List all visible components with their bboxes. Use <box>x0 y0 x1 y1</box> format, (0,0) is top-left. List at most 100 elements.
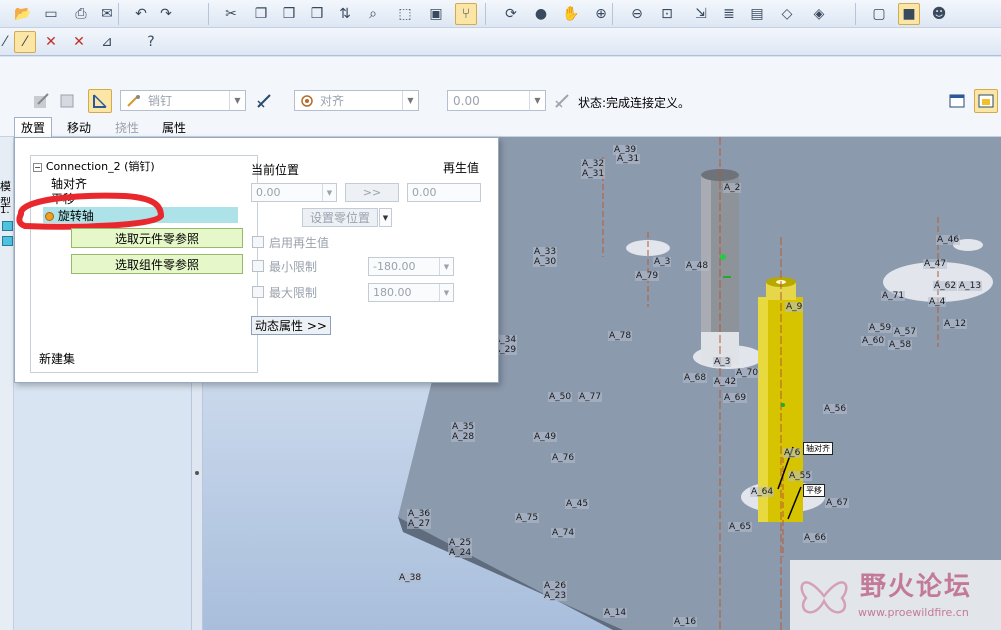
datum-axis-label[interactable]: A_13 <box>958 281 983 291</box>
zoom-in-icon[interactable]: ⊕ <box>590 3 612 25</box>
chevron-down-icon[interactable]: ▼ <box>439 284 453 301</box>
datum-axis-label[interactable]: A_33 <box>533 247 558 257</box>
view-manager-icon[interactable]: ▤ <box>746 3 768 25</box>
datum-axis-label[interactable]: A_26 <box>543 581 568 591</box>
datum-axis-label[interactable]: A_75 <box>515 513 540 523</box>
select-assembly-zero-ref-button[interactable]: 选取组件零参照 <box>71 254 243 274</box>
user-icon[interactable]: ☻ <box>928 3 950 25</box>
layer-icon[interactable]: ≣ <box>718 3 740 25</box>
datum-axis-label[interactable]: A_64 <box>750 487 775 497</box>
datum-axis-label[interactable]: A_74 <box>551 528 576 538</box>
datum-axis-label[interactable]: A_69 <box>723 393 748 403</box>
chevron-down-icon[interactable]: ▼ <box>529 91 545 110</box>
dynamic-properties-button[interactable]: 动态属性 >> <box>251 316 331 335</box>
paste-icon[interactable]: ❒ <box>278 3 300 25</box>
datum-axis-label[interactable]: A_58 <box>888 340 913 350</box>
min-limit-checkbox[interactable] <box>252 260 264 272</box>
tab-flexibility[interactable]: 挠性 <box>108 117 146 137</box>
save-icon[interactable]: ▭ <box>40 3 62 25</box>
datum-axis-label[interactable]: A_42 <box>713 377 738 387</box>
chevron-down-icon[interactable]: ▼ <box>402 91 418 110</box>
copy-icon[interactable]: ❐ <box>250 3 272 25</box>
datum-axis-label[interactable]: A_66 <box>803 533 828 543</box>
refit-icon[interactable]: ⊡ <box>656 3 678 25</box>
undo-icon[interactable]: ↶ <box>130 3 152 25</box>
offset-value-field[interactable]: 0.00 ▼ <box>447 90 546 111</box>
datum-axis-label[interactable]: A_23 <box>543 591 568 601</box>
new-set-link[interactable]: 新建集 <box>39 350 75 367</box>
annotation-icon[interactable]: ⊿ <box>96 31 118 53</box>
user-defined-set-icon[interactable] <box>30 90 52 112</box>
datum-axis-label[interactable]: A_24 <box>448 548 473 558</box>
datum-axis-label[interactable]: A_60 <box>861 336 886 346</box>
hidden-line-icon[interactable]: ◈ <box>808 3 830 25</box>
datum-axis-label[interactable]: A_32 <box>581 159 606 169</box>
datum-axis-label[interactable]: A_45 <box>565 499 590 509</box>
shaded-icon[interactable]: ■ <box>898 3 920 25</box>
find-icon[interactable]: ⌕ <box>362 3 384 25</box>
datum-axis-label[interactable]: A_71 <box>881 291 906 301</box>
assembly-window-icon[interactable] <box>974 89 998 113</box>
regen-value-field[interactable]: 0.00 <box>407 183 481 202</box>
datum-axis-label[interactable]: A_9 <box>785 302 804 312</box>
datum-axis-label[interactable]: A_14 <box>603 608 628 618</box>
cut-icon[interactable]: ✂ <box>220 3 242 25</box>
tab-placement[interactable]: 放置 <box>14 117 52 137</box>
datum-axis-label[interactable]: A_31 <box>581 169 606 179</box>
appearance-icon[interactable]: ● <box>530 3 552 25</box>
datum-axis-label[interactable]: A_16 <box>673 617 698 627</box>
whats-this-icon[interactable]: ? <box>140 31 162 53</box>
select-component-zero-ref-button[interactable]: 选取元件零参照 <box>71 228 243 248</box>
datum-axes-icon[interactable]: ⁄ <box>14 31 36 53</box>
tab-move[interactable]: 移动 <box>60 117 98 137</box>
paste-special-icon[interactable]: ❒ <box>306 3 328 25</box>
datum-axis-label[interactable]: A_70 <box>735 368 760 378</box>
datum-axis-label[interactable]: A_38 <box>398 573 423 583</box>
current-position-field[interactable]: 0.00 ▼ <box>251 183 337 202</box>
datum-axis-label[interactable]: A_25 <box>448 538 473 548</box>
datum-axis-label[interactable]: A_67 <box>825 498 850 508</box>
datum-axis-label[interactable]: A_30 <box>533 257 558 267</box>
datum-axis-label[interactable]: A_57 <box>893 327 918 337</box>
set-zero-dropdown[interactable]: ▼ <box>379 208 392 227</box>
datum-axis-label[interactable]: A_3 <box>653 257 672 267</box>
datum-axis-label[interactable]: A_46 <box>936 235 961 245</box>
select-box-icon[interactable]: ⬚ <box>394 3 416 25</box>
splitter-handle[interactable] <box>191 383 203 630</box>
datum-axis-label[interactable]: A_6 <box>783 448 802 458</box>
chevron-down-icon[interactable]: ▼ <box>229 91 245 110</box>
datum-axis-label[interactable]: A_62 <box>933 281 958 291</box>
datum-axis-label[interactable]: A_27 <box>407 519 432 529</box>
connection-type-select[interactable]: 销钉 ▼ <box>120 90 246 111</box>
max-limit-checkbox[interactable] <box>252 286 264 298</box>
model-tree-row[interactable]: 1. <box>0 205 10 216</box>
print-icon[interactable]: ⎙ <box>70 3 92 25</box>
spin-center-icon[interactable]: ⟳ <box>500 3 522 25</box>
redo-icon[interactable]: ↷ <box>155 3 177 25</box>
datum-axis-label[interactable]: A_3 <box>713 357 732 367</box>
constraint-type-select[interactable]: 对齐 ▼ <box>294 90 419 111</box>
connection-mode-icon[interactable] <box>88 89 112 113</box>
min-limit-field[interactable]: -180.00 ▼ <box>368 257 454 276</box>
datum-axis-label[interactable]: A_49 <box>533 432 558 442</box>
separate-window-icon[interactable] <box>946 90 968 112</box>
datum-axis-label[interactable]: A_12 <box>943 319 968 329</box>
chevron-down-icon[interactable]: ▼ <box>322 184 336 201</box>
datum-axis-label[interactable]: A_36 <box>407 509 432 519</box>
datum-axis-label[interactable]: A_77 <box>578 392 603 402</box>
pan-icon[interactable]: ✋ <box>560 3 582 25</box>
chevron-down-icon[interactable]: ▼ <box>439 258 453 275</box>
datum-axis-label[interactable]: A_78 <box>608 331 633 341</box>
connection-icon[interactable]: ⑂ <box>455 3 477 25</box>
auto-constraint-icon[interactable] <box>56 90 78 112</box>
email-icon[interactable]: ✉ <box>96 3 118 25</box>
datum-axis-label[interactable]: A_65 <box>728 522 753 532</box>
datum-axis-label[interactable]: A_56 <box>823 404 848 414</box>
no-hidden-icon[interactable]: ▢ <box>868 3 890 25</box>
datum-axis-label[interactable]: A_76 <box>551 453 576 463</box>
set-zero-position-button[interactable]: 设置零位置 <box>302 208 378 227</box>
datum-axis-label[interactable]: A_28 <box>451 432 476 442</box>
datum-axis-label[interactable]: A_59 <box>868 323 893 333</box>
enable-regen-checkbox[interactable] <box>252 236 264 248</box>
copy-to-regen-button[interactable]: >> <box>345 183 399 202</box>
